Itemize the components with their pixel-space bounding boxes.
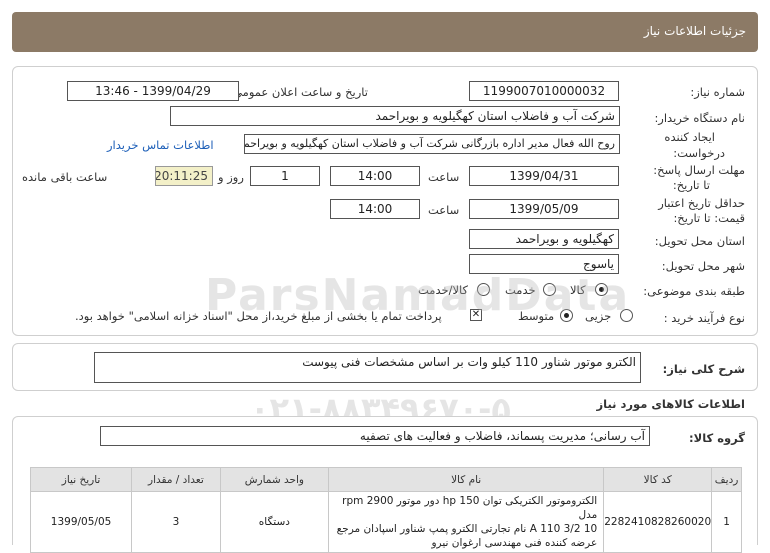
summary-label: شرح کلی نیاز: <box>662 362 745 376</box>
city-field: یاسوج <box>469 254 619 274</box>
category-option-both: کالا/خدمت <box>418 283 469 297</box>
cell-row: 1 <box>711 491 742 553</box>
cell-code: 2282410828260020 <box>603 491 713 553</box>
cell-date: 1399/05/05 <box>29 491 133 553</box>
process-option-medium: متوسط <box>518 309 555 323</box>
col-unit: واحد شمارش <box>219 467 330 492</box>
col-code: کد کالا <box>603 467 713 492</box>
deadline-label-line1: مهلت ارسال پاسخ: <box>653 163 745 177</box>
payment-note: پرداخت تمام یا بخشی از مبلغ خرید،از محل … <box>75 309 442 323</box>
buyer-label: نام دستگاه خریدار: <box>654 111 745 125</box>
cell-name: الکتروموتور الکتریکی توان 150 hp دور موت… <box>328 491 605 553</box>
province-field: کهگیلویه و بویراحمد <box>469 229 619 249</box>
deadline-time-field: 14:00 <box>330 166 420 186</box>
category-option-goods: کالا <box>570 283 586 297</box>
process-radio-medium[interactable] <box>560 309 573 322</box>
cell-unit: دستگاه <box>219 491 330 553</box>
deadline-date-field: 1399/04/31 <box>469 166 619 186</box>
goods-table: ردیف کد کالا نام کالا واحد شمارش تعداد /… <box>29 467 742 553</box>
table-row[interactable]: 1 2282410828260020 الکتروموتور الکتریکی … <box>29 491 742 553</box>
validity-time-field: 14:00 <box>330 199 420 219</box>
page-header: جزئیات اطلاعات نیاز <box>12 12 758 52</box>
category-radio-service[interactable] <box>543 283 556 296</box>
category-option-service: خدمت <box>505 283 536 297</box>
category-radio-both[interactable] <box>477 283 490 296</box>
col-date: تاریخ نیاز <box>29 467 133 492</box>
validity-label-line1: حداقل تاریخ اعتبار <box>658 196 745 210</box>
days-label: روز و <box>218 170 244 184</box>
process-label: نوع فرآیند خرید : <box>663 311 745 325</box>
announce-label: تاریخ و ساعت اعلان عمومی: <box>229 85 368 99</box>
page-title: جزئیات اطلاعات نیاز <box>643 24 746 38</box>
days-field: 1 <box>250 166 320 186</box>
province-label: استان محل تحویل: <box>654 234 745 248</box>
validity-date-field: 1399/05/09 <box>469 199 619 219</box>
need-number-label: شماره نیاز: <box>690 85 745 99</box>
goods-group-field: آب رسانی؛ مدیریت پسماند، فاضلاب و فعالیت… <box>100 426 650 446</box>
treasury-payment-checkbox[interactable]: ✕ <box>470 309 482 321</box>
creator-label-line1: ایجاد کننده <box>664 130 715 144</box>
contact-buyer-link[interactable]: اطلاعات تماس خریدار <box>107 138 214 152</box>
summary-field: الکترو موتور شناور 110 کیلو وات بر اساس … <box>94 352 641 383</box>
deadline-time-label: ساعت <box>428 170 460 184</box>
need-number-field: 1199007010000032 <box>469 81 619 101</box>
process-radio-minor[interactable] <box>620 309 633 322</box>
remaining-timer: 20:11:25 <box>155 166 213 186</box>
cell-name-line1: الکتروموتور الکتریکی توان 150 hp دور موت… <box>342 495 598 521</box>
cell-name-line3: عرضه کننده فنی مهندسی ارغوان نیرو <box>431 537 598 549</box>
col-row: ردیف <box>711 467 742 492</box>
cell-name-line2: 10 3/2 110 A نام تجارتی الکترو پمپ شناور… <box>336 523 598 535</box>
goods-section-title: اطلاعات کالاهای مورد نیاز <box>596 397 745 411</box>
process-option-minor: جزیی <box>585 309 612 323</box>
cell-qty: 3 <box>131 491 221 553</box>
category-label: طبقه بندی موضوعی: <box>643 284 745 298</box>
goods-group-label: گروه کالا: <box>689 431 745 445</box>
announce-field: 1399/04/29 - 13:46 <box>67 81 239 101</box>
buyer-field: شرکت آب و فاضلاب استان کهگیلویه و بویراح… <box>170 106 620 126</box>
deadline-label-line2: تا تاریخ: <box>672 178 710 192</box>
col-name: نام کالا <box>328 467 605 492</box>
category-radio-goods[interactable] <box>595 283 608 296</box>
remaining-label: ساعت باقی مانده <box>22 170 108 184</box>
creator-field: روح الله فعال مدیر اداره بازرگانی شرکت آ… <box>244 134 620 154</box>
creator-label-line2: درخواست: <box>673 146 725 160</box>
goods-table-header: ردیف کد کالا نام کالا واحد شمارش تعداد /… <box>29 467 742 492</box>
col-qty: تعداد / مقدار <box>131 467 221 492</box>
city-label: شهر محل تحویل: <box>661 259 745 273</box>
validity-label-line2: قیمت: تا تاریخ: <box>673 211 745 225</box>
validity-time-label: ساعت <box>428 203 460 217</box>
